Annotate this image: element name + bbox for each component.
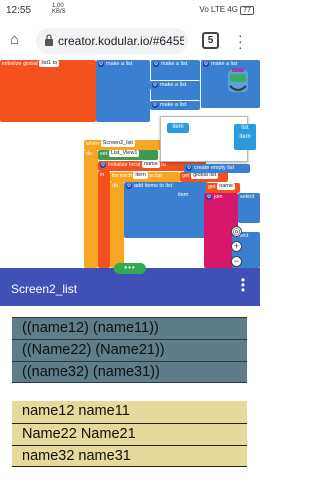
make-list-label-1: make a list xyxy=(106,61,133,67)
gear-icon: ⚙ xyxy=(206,193,212,200)
for-each-label: for each xyxy=(112,173,132,179)
do-label: do xyxy=(86,151,93,157)
zoom-out-button[interactable]: − xyxy=(231,256,242,267)
global-list-slot: global list xyxy=(191,172,219,180)
get-name-block[interactable]: get name xyxy=(206,183,240,193)
gear-icon: ⚙ xyxy=(153,60,159,67)
block-initialize-global: initialize global xyxy=(2,61,38,67)
get-name-label: get xyxy=(208,184,216,190)
when-event-block[interactable]: when Screen2_list xyxy=(84,140,164,150)
gear-icon: ⚙ xyxy=(98,60,104,67)
item-slot: item xyxy=(133,172,148,180)
global-variable-block[interactable]: initialize global list1 to xyxy=(0,60,96,122)
when-label: when xyxy=(86,141,100,147)
status-time: 12:55 xyxy=(6,5,32,16)
join-label: join xyxy=(214,194,223,200)
list-item[interactable]: Name22 Name21 xyxy=(12,423,247,445)
block-list-name: list1 to xyxy=(39,60,60,68)
create-empty-list-label: create empty list xyxy=(194,165,235,171)
list-item[interactable]: name12 name11 xyxy=(12,401,247,423)
tab-switcher-button[interactable]: 5 xyxy=(202,32,219,49)
get-global-block[interactable]: get global list xyxy=(180,172,228,182)
list-item[interactable]: name32 name31 xyxy=(12,445,247,467)
gear-icon: ⚙ xyxy=(126,182,132,189)
network-speed-unit: KB/S xyxy=(52,9,66,15)
app-content: ((name12) (name11)) ((Name22) (Name21)) … xyxy=(0,306,260,500)
browser-menu-icon[interactable]: · · · xyxy=(238,28,244,54)
select-block[interactable]: select xyxy=(238,193,260,223)
make-list-label-3: make a list xyxy=(160,82,187,88)
mutator-list-item-label: item xyxy=(239,134,251,140)
zoom-reset-button[interactable]: ◎ xyxy=(231,226,242,237)
make-list-block-3[interactable]: ⚙ make a list xyxy=(150,80,200,90)
local-name-slot: name xyxy=(141,161,160,169)
make-list-label-4: make a list xyxy=(160,102,187,108)
network-speed: 1.00 KB/S xyxy=(52,3,66,15)
battery-icon: 77 xyxy=(240,6,254,15)
screen-event-slot: Screen2_list xyxy=(100,140,135,148)
list-item[interactable]: ((name32) (name31)) xyxy=(12,361,247,383)
name-slot: name xyxy=(217,183,235,191)
battery-level: 77 xyxy=(243,7,251,14)
for-each-do-label: do xyxy=(112,183,119,189)
gear-icon: ⚙ xyxy=(100,161,106,168)
list-item[interactable]: ((name12) (name11)) xyxy=(12,317,247,339)
gear-icon: ⚙ xyxy=(203,60,209,67)
in-label: in xyxy=(100,172,105,178)
add-items-label: add items to list xyxy=(134,183,173,189)
for-each-block[interactable]: for each item in list xyxy=(110,172,180,182)
set-label: set xyxy=(100,151,108,157)
add-items-item-label: item xyxy=(178,192,189,198)
gear-icon: ⚙ xyxy=(152,81,158,88)
sheet-drag-handle[interactable]: ••• xyxy=(114,263,146,274)
mutator-list-label: list xyxy=(241,125,249,131)
app-title: Screen2_list xyxy=(11,282,78,296)
status-bar: 12:55 1.00 KB/S Vo LTE 4G 77 xyxy=(0,0,260,22)
add-items-block[interactable]: ⚙ add items to list item xyxy=(124,182,208,238)
address-bar[interactable]: creator.kodular.io/#6455 xyxy=(36,28,188,54)
in-block: in xyxy=(98,171,110,268)
select-label: select xyxy=(240,194,255,200)
for-each-do-block: do xyxy=(110,182,124,268)
zoom-in-button[interactable]: + xyxy=(231,241,242,252)
browser-toolbar: ⌂ creator.kodular.io/#6455 5 · · · xyxy=(0,22,260,60)
home-icon[interactable]: ⌂ xyxy=(10,32,26,48)
list-item[interactable]: ((Name22) (Name21)) xyxy=(12,339,247,361)
in-list-label: in list xyxy=(149,173,162,179)
mutator-list-chip[interactable]: list item xyxy=(234,124,256,150)
to-label: to xyxy=(161,162,166,168)
network-indicator: Vo LTE 4G xyxy=(199,5,238,14)
backpack-icon[interactable] xyxy=(226,64,250,98)
set-block[interactable]: set List_View1 xyxy=(98,150,158,160)
event-do-block: do xyxy=(84,150,98,268)
get-label: get xyxy=(182,173,190,179)
init-local-label: initialize local xyxy=(108,162,141,168)
list-view-1[interactable]: ((name12) (name11)) ((Name22) (Name21)) … xyxy=(12,317,247,383)
gear-icon: ⚙ xyxy=(186,164,192,171)
make-list-block-1[interactable]: ⚙ make a list xyxy=(96,60,150,122)
url-text: creator.kodular.io/#6455 xyxy=(58,34,184,48)
make-list-block-4[interactable]: ⚙ make a list xyxy=(150,100,200,110)
list-view-2[interactable]: name12 name11 Name22 Name21 name32 name3… xyxy=(12,401,247,467)
lock-icon xyxy=(45,34,53,46)
blocks-editor-canvas[interactable]: initialize global list1 to ⚙ make a list … xyxy=(0,60,260,268)
make-list-label-2: make a list xyxy=(161,61,188,67)
create-empty-list-block[interactable]: ⚙ create empty list xyxy=(184,164,250,173)
listview-slot: List_View1 xyxy=(108,150,140,158)
status-right: Vo LTE 4G 77 xyxy=(199,5,254,15)
overflow-menu-icon[interactable]: • • • xyxy=(240,274,246,296)
mutator-item-chip[interactable]: item xyxy=(167,123,189,133)
gear-icon: ⚙ xyxy=(152,101,158,108)
